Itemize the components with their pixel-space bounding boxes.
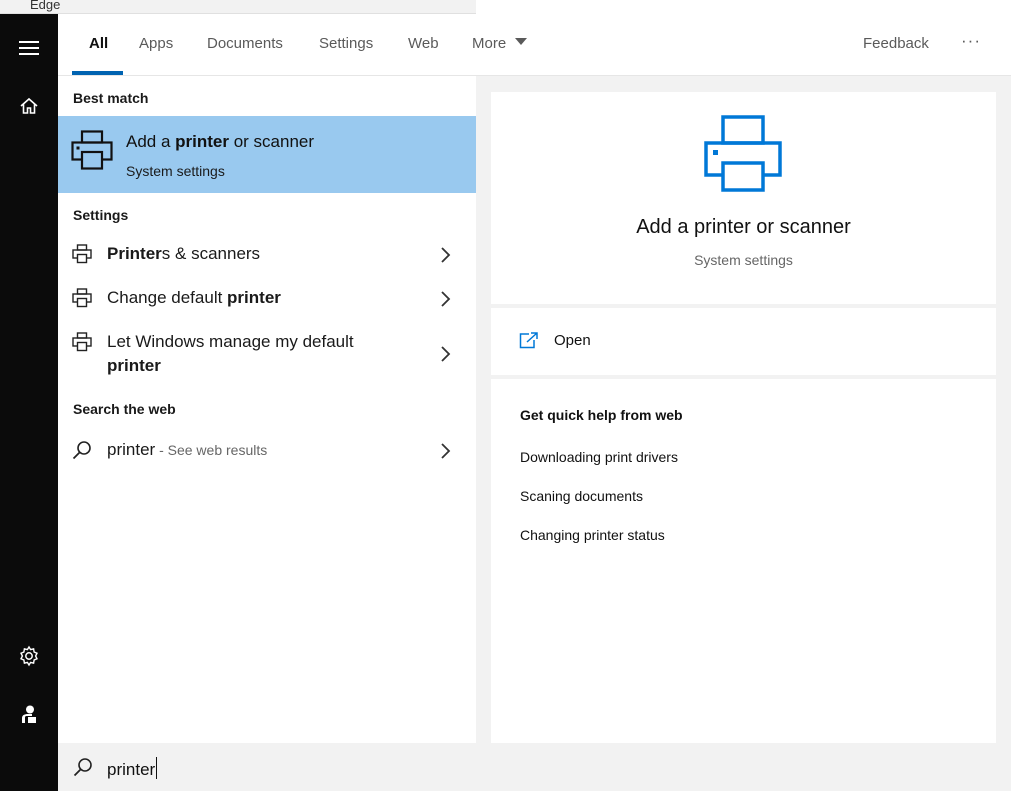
help-link[interactable]: Downloading print drivers	[520, 449, 678, 465]
result-change-default-printer[interactable]: Change default printer	[58, 278, 476, 318]
result-web-search[interactable]: printer - See web results	[58, 430, 476, 470]
best-match-subtitle: System settings	[126, 163, 225, 179]
printer-icon	[72, 288, 92, 308]
help-link[interactable]: Changing printer status	[520, 527, 665, 543]
start-rail	[0, 14, 58, 791]
search-icon	[72, 441, 91, 460]
tab-web[interactable]: Web	[408, 35, 439, 52]
edge-window-tab: Edge	[0, 0, 476, 14]
hamburger-icon	[19, 41, 39, 55]
quick-help-heading: Get quick help from web	[520, 407, 683, 423]
user-button[interactable]	[0, 692, 58, 736]
printer-icon	[72, 244, 92, 264]
hamburger-button[interactable]	[0, 26, 58, 70]
result-label-line1: Let Windows manage my default	[107, 332, 354, 351]
best-match-title: Add a printer or scanner	[126, 132, 315, 151]
open-external-icon	[519, 332, 538, 349]
home-icon	[20, 97, 38, 114]
tab-all[interactable]: All	[89, 35, 108, 52]
result-printers-scanners[interactable]: Printers & scanners	[58, 234, 476, 274]
tab-more-label: More	[472, 35, 507, 52]
home-button[interactable]	[0, 84, 58, 128]
tab-more[interactable]: More	[472, 35, 528, 52]
user-icon	[22, 705, 36, 723]
settings-heading: Settings	[73, 207, 129, 223]
search-panel: All Apps Documents Settings Web More Fee…	[58, 14, 1011, 791]
help-link[interactable]: Scaning documents	[520, 488, 643, 504]
tab-settings[interactable]: Settings	[319, 35, 373, 52]
text-caret	[156, 757, 158, 779]
preview-actions: Open	[491, 308, 996, 375]
search-web-heading: Search the web	[73, 401, 176, 417]
best-match-heading: Best match	[73, 90, 149, 106]
printer-icon	[71, 130, 113, 170]
settings-button[interactable]	[0, 634, 58, 678]
feedback-link[interactable]: Feedback	[863, 35, 929, 52]
results-list: Best match Add a printer or scanner Syst…	[58, 76, 476, 743]
web-result-label: printer - See web results	[107, 440, 268, 459]
edge-label: Edge	[30, 0, 61, 12]
printer-icon	[72, 332, 92, 352]
search-box[interactable]: printer	[58, 743, 1011, 791]
chevron-right-icon	[441, 443, 451, 459]
overflow-menu-button[interactable]: ···	[961, 31, 981, 51]
result-label-line2: printer	[107, 356, 161, 375]
result-label: Printers & scanners	[107, 244, 261, 263]
tab-documents[interactable]: Documents	[207, 35, 283, 52]
filter-tab-bar: All Apps Documents Settings Web More Fee…	[58, 14, 1011, 76]
best-match-item[interactable]: Add a printer or scanner System settings	[58, 116, 476, 193]
search-icon	[73, 758, 92, 777]
active-tab-indicator	[72, 71, 123, 75]
tab-apps[interactable]: Apps	[139, 35, 173, 52]
chevron-right-icon	[441, 346, 451, 362]
result-label: Change default printer	[107, 288, 281, 307]
preview-title: Add a printer or scanner	[636, 216, 851, 238]
quick-help-section: Get quick help from web Downloading prin…	[491, 379, 996, 743]
chevron-right-icon	[441, 247, 451, 263]
open-action[interactable]: Open	[491, 318, 996, 364]
search-input[interactable]: printer	[107, 757, 158, 780]
chevron-right-icon	[441, 291, 451, 307]
result-let-windows-manage[interactable]: Let Windows manage my default printer	[58, 322, 476, 386]
preview-subtitle: System settings	[694, 252, 793, 268]
open-label: Open	[554, 332, 591, 349]
printer-icon	[704, 115, 782, 192]
chevron-down-icon	[515, 38, 528, 45]
settings-gear-icon	[20, 645, 38, 667]
preview-header: Add a printer or scanner System settings	[491, 92, 996, 304]
